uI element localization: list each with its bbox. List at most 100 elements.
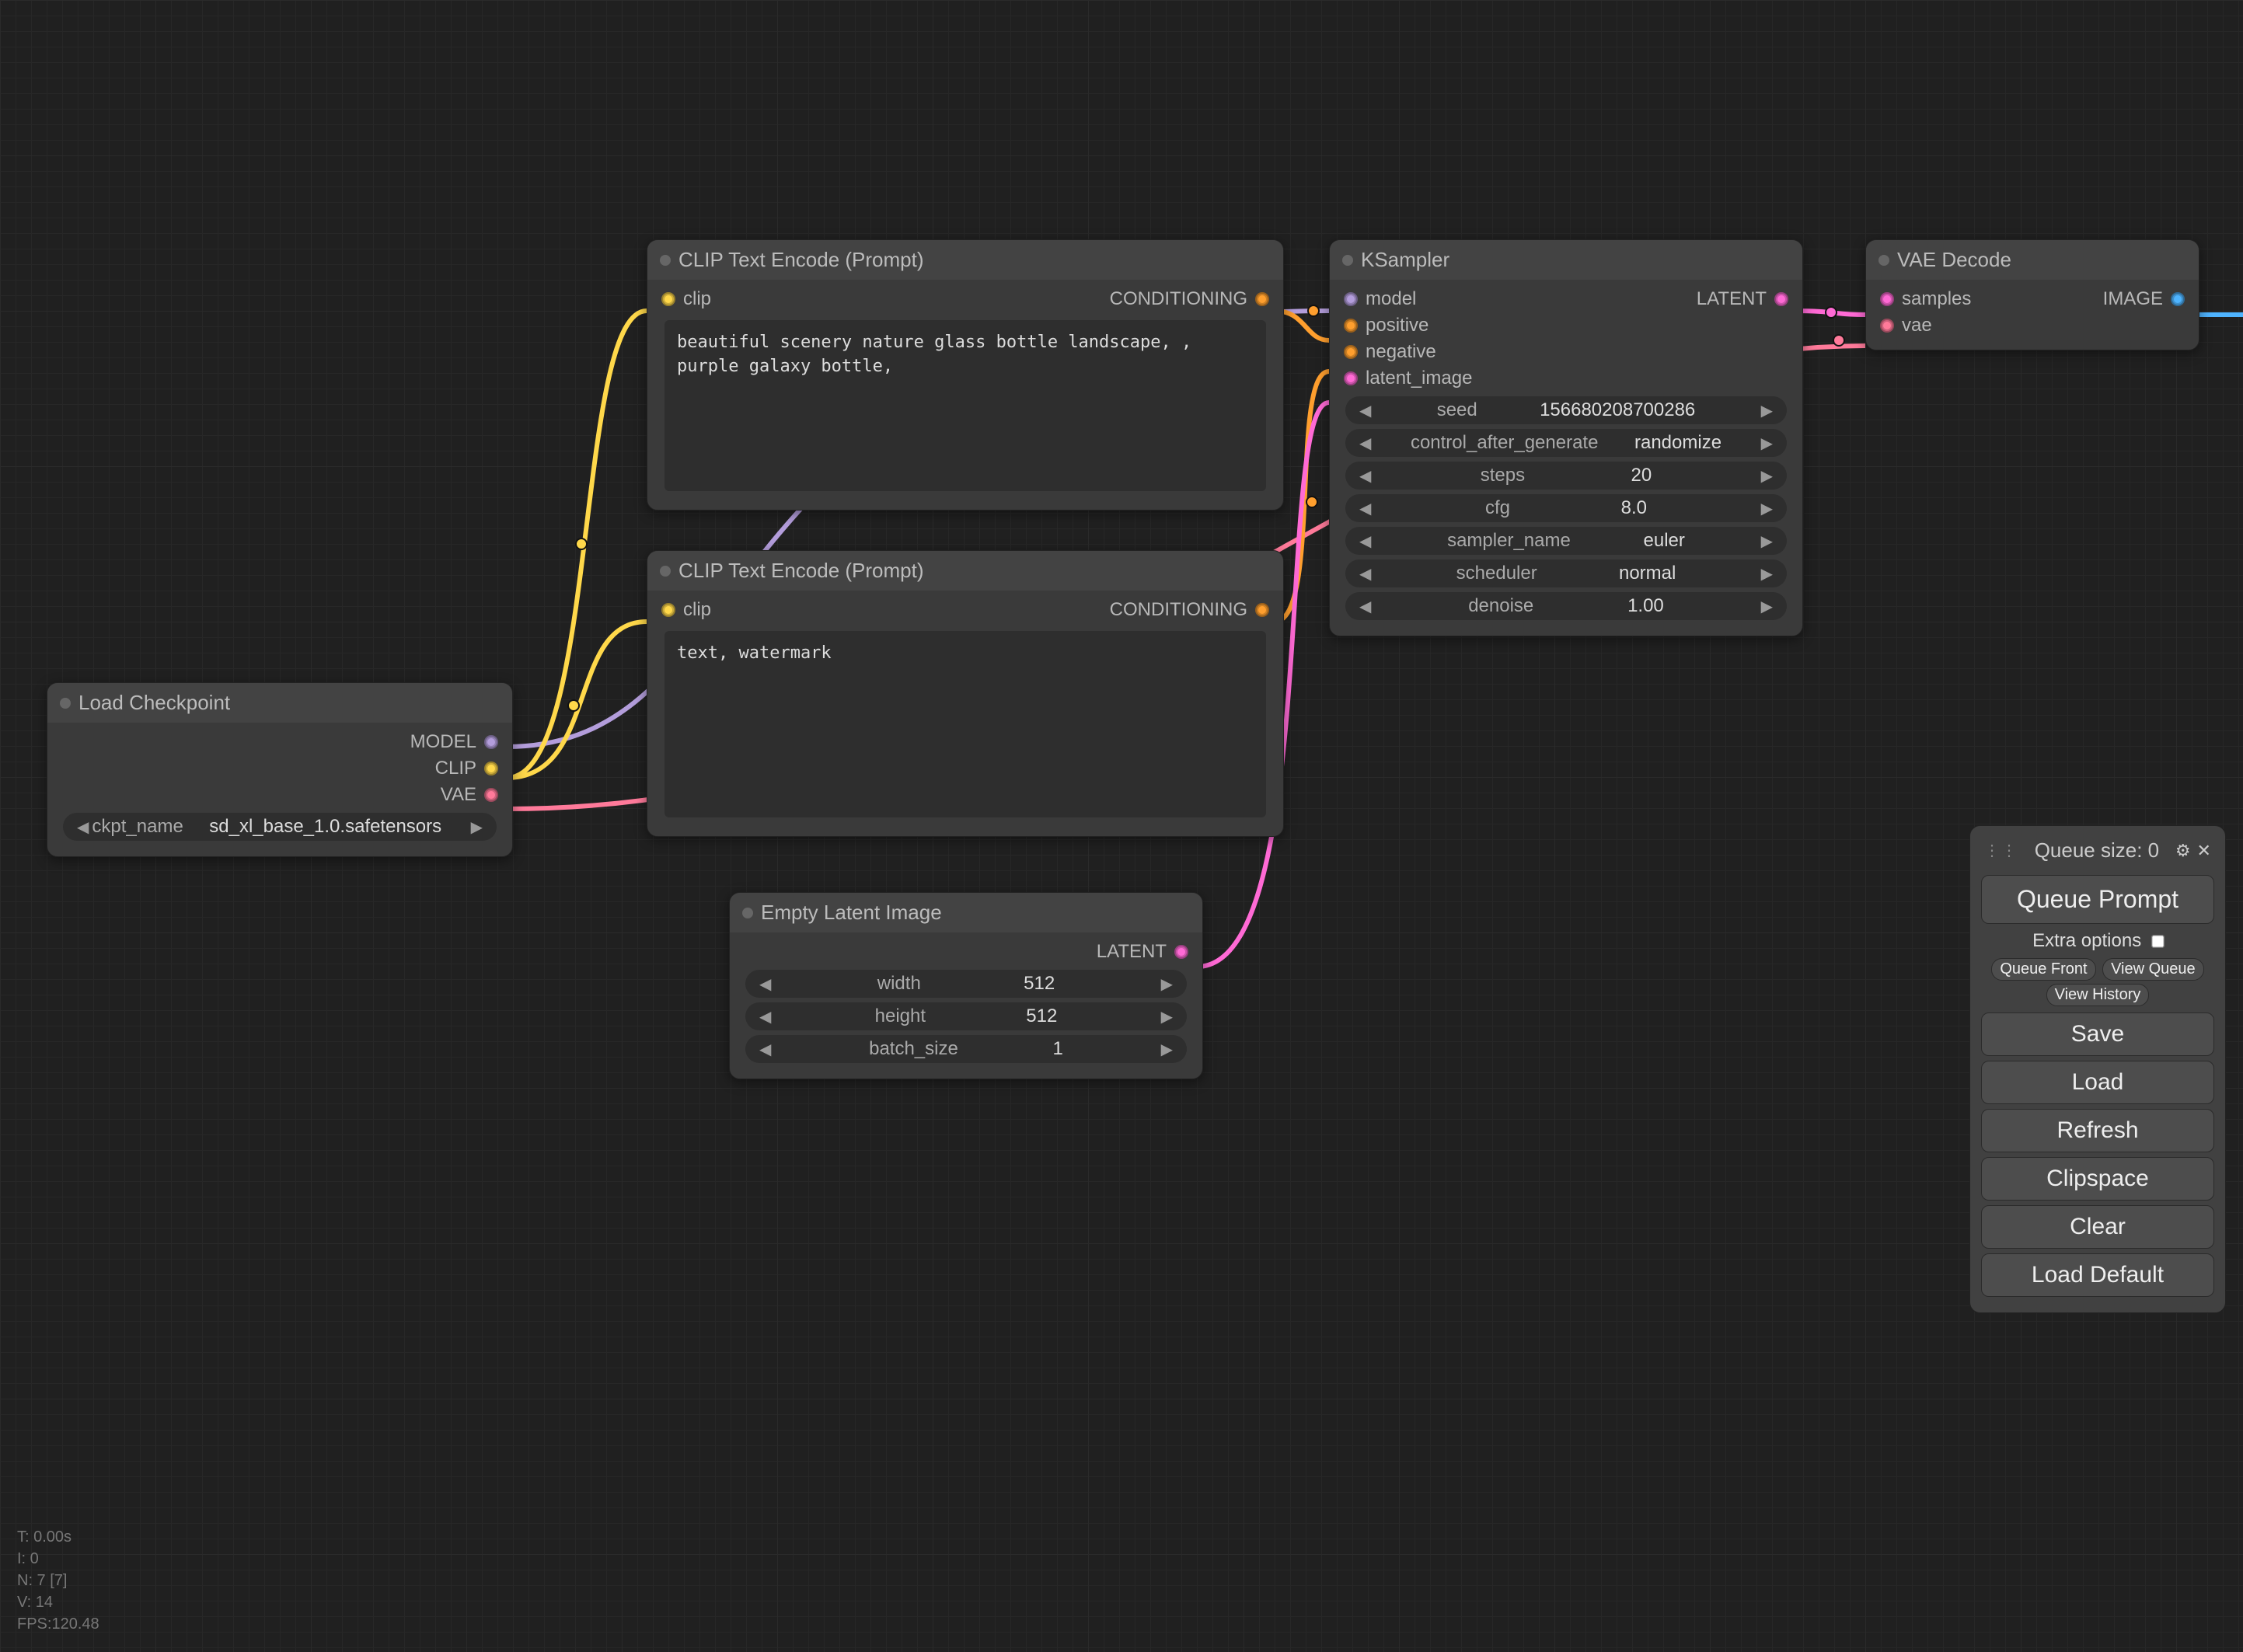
port-model-in[interactable] <box>1344 292 1358 306</box>
port-positive-in[interactable] <box>1344 319 1358 333</box>
close-icon[interactable]: ✕ <box>2197 841 2211 861</box>
node-load-checkpoint[interactable]: Load Checkpoint MODEL CLIP VAE ◀ ckpt_na… <box>47 682 513 857</box>
gear-icon[interactable]: ⚙ <box>2175 841 2191 861</box>
node-empty-latent-image[interactable]: Empty Latent Image LATENT ◀width512▶ ◀he… <box>729 892 1203 1079</box>
node-clip-encode-negative[interactable]: CLIP Text Encode (Prompt) clip CONDITION… <box>647 550 1284 837</box>
widget-scheduler[interactable]: ◀schedulernormal▶ <box>1345 559 1787 587</box>
node-title-label: VAE Decode <box>1897 248 2011 271</box>
port-model-out[interactable] <box>484 735 498 749</box>
widget-batch-size[interactable]: ◀ batch_size 1 ▶ <box>745 1035 1187 1063</box>
control-panel[interactable]: ⋮⋮ Queue size: 0 ⚙ ✕ Queue Prompt Extra … <box>1969 825 2226 1313</box>
save-button[interactable]: Save <box>1981 1012 2214 1056</box>
arrow-right-icon[interactable]: ▶ <box>1158 1007 1176 1026</box>
arrow-right-icon[interactable]: ▶ <box>1758 499 1776 518</box>
widget-ckpt-name[interactable]: ◀ ckpt_name sd_xl_base_1.0.safetensors ▶ <box>63 813 497 841</box>
arrow-left-icon[interactable]: ◀ <box>1356 564 1374 584</box>
arrow-left-icon[interactable]: ◀ <box>756 1040 774 1059</box>
port-vae-out[interactable] <box>484 788 498 802</box>
arrow-left-icon[interactable]: ◀ <box>756 974 774 994</box>
output-latent-label: LATENT <box>1697 288 1767 310</box>
widget-label: batch_size <box>869 1038 958 1060</box>
arrow-right-icon[interactable]: ▶ <box>1758 531 1776 551</box>
arrow-left-icon[interactable]: ◀ <box>74 817 92 837</box>
port-latent-out[interactable] <box>1774 292 1788 306</box>
port-negative-in[interactable] <box>1344 345 1358 359</box>
widget-value: 1.00 <box>1627 595 1664 617</box>
collapse-icon[interactable] <box>60 698 71 709</box>
node-title[interactable]: CLIP Text Encode (Prompt) <box>647 240 1283 280</box>
node-ksampler[interactable]: KSampler model LATENT positive negative … <box>1329 239 1803 636</box>
arrow-right-icon[interactable]: ▶ <box>1758 564 1776 584</box>
extra-options-checkbox[interactable] <box>2151 935 2165 948</box>
widget-sampler-name[interactable]: ◀sampler_nameeuler▶ <box>1345 527 1787 555</box>
widget-value: 156680208700286 <box>1540 399 1695 421</box>
node-vae-decode[interactable]: VAE Decode samples IMAGE vae <box>1865 239 2199 350</box>
output-image-label: IMAGE <box>2103 288 2163 310</box>
port-conditioning-out[interactable] <box>1255 603 1269 617</box>
widget-width[interactable]: ◀width512▶ <box>745 970 1187 998</box>
node-title[interactable]: Load Checkpoint <box>47 683 512 723</box>
port-vae-in[interactable] <box>1880 319 1894 333</box>
collapse-icon[interactable] <box>660 255 671 266</box>
arrow-left-icon[interactable]: ◀ <box>1356 499 1374 518</box>
arrow-right-icon[interactable]: ▶ <box>468 817 486 837</box>
port-samples-in[interactable] <box>1880 292 1894 306</box>
extra-options-row: Extra options <box>1981 930 2214 952</box>
node-title[interactable]: VAE Decode <box>1866 240 2199 280</box>
node-title[interactable]: CLIP Text Encode (Prompt) <box>647 551 1283 591</box>
arrow-right-icon[interactable]: ▶ <box>1758 434 1776 453</box>
refresh-button[interactable]: Refresh <box>1981 1109 2214 1152</box>
arrow-left-icon[interactable]: ◀ <box>1356 466 1374 486</box>
node-title-label: Load Checkpoint <box>78 691 230 714</box>
arrow-right-icon[interactable]: ▶ <box>1758 597 1776 616</box>
port-conditioning-out[interactable] <box>1255 292 1269 306</box>
stat-fps: FPS:120.48 <box>17 1613 99 1635</box>
widget-seed[interactable]: ◀seed156680208700286▶ <box>1345 396 1787 424</box>
node-title[interactable]: KSampler <box>1330 240 1802 280</box>
input-clip-label: clip <box>683 599 711 621</box>
widget-cfg[interactable]: ◀cfg8.0▶ <box>1345 494 1787 522</box>
arrow-left-icon[interactable]: ◀ <box>1356 401 1374 420</box>
node-clip-encode-positive[interactable]: CLIP Text Encode (Prompt) clip CONDITION… <box>647 239 1284 511</box>
node-title-label: Empty Latent Image <box>761 901 942 924</box>
arrow-left-icon[interactable]: ◀ <box>756 1007 774 1026</box>
port-latent-in[interactable] <box>1344 371 1358 385</box>
port-clip-in[interactable] <box>661 292 675 306</box>
port-clip-in[interactable] <box>661 603 675 617</box>
stat-t: T: 0.00s <box>17 1526 99 1548</box>
queue-prompt-button[interactable]: Queue Prompt <box>1981 875 2214 924</box>
widget-value: 512 <box>1026 1005 1057 1027</box>
widget-label: cfg <box>1485 497 1510 519</box>
drag-handle-icon[interactable]: ⋮⋮ <box>1984 841 2018 860</box>
arrow-right-icon[interactable]: ▶ <box>1758 401 1776 420</box>
widget-height[interactable]: ◀height512▶ <box>745 1002 1187 1030</box>
arrow-right-icon[interactable]: ▶ <box>1158 1040 1176 1059</box>
queue-front-button[interactable]: Queue Front <box>1991 958 2095 981</box>
collapse-icon[interactable] <box>1878 255 1889 266</box>
prompt-textarea-positive[interactable]: beautiful scenery nature glass bottle la… <box>665 320 1266 491</box>
view-queue-button[interactable]: View Queue <box>2102 958 2204 981</box>
clipspace-button[interactable]: Clipspace <box>1981 1157 2214 1201</box>
port-latent-out[interactable] <box>1174 945 1188 959</box>
node-title[interactable]: Empty Latent Image <box>730 893 1202 932</box>
widget-denoise[interactable]: ◀denoise1.00▶ <box>1345 592 1787 620</box>
widget-label: width <box>877 973 921 995</box>
clear-button[interactable]: Clear <box>1981 1205 2214 1249</box>
prompt-textarea-negative[interactable]: text, watermark <box>665 631 1266 817</box>
collapse-icon[interactable] <box>1342 255 1353 266</box>
arrow-left-icon[interactable]: ◀ <box>1356 597 1374 616</box>
arrow-right-icon[interactable]: ▶ <box>1158 974 1176 994</box>
widget-control-after-generate[interactable]: ◀control_after_generaterandomize▶ <box>1345 429 1787 457</box>
load-default-button[interactable]: Load Default <box>1981 1253 2214 1297</box>
arrow-right-icon[interactable]: ▶ <box>1758 466 1776 486</box>
collapse-icon[interactable] <box>742 908 753 918</box>
port-image-out[interactable] <box>2171 292 2185 306</box>
collapse-icon[interactable] <box>660 566 671 577</box>
arrow-left-icon[interactable]: ◀ <box>1356 531 1374 551</box>
view-history-button[interactable]: View History <box>2046 984 2150 1006</box>
load-button[interactable]: Load <box>1981 1061 2214 1104</box>
widget-steps[interactable]: ◀steps20▶ <box>1345 462 1787 490</box>
arrow-left-icon[interactable]: ◀ <box>1356 434 1374 453</box>
port-clip-out[interactable] <box>484 762 498 775</box>
widget-value: 1 <box>1053 1038 1063 1060</box>
